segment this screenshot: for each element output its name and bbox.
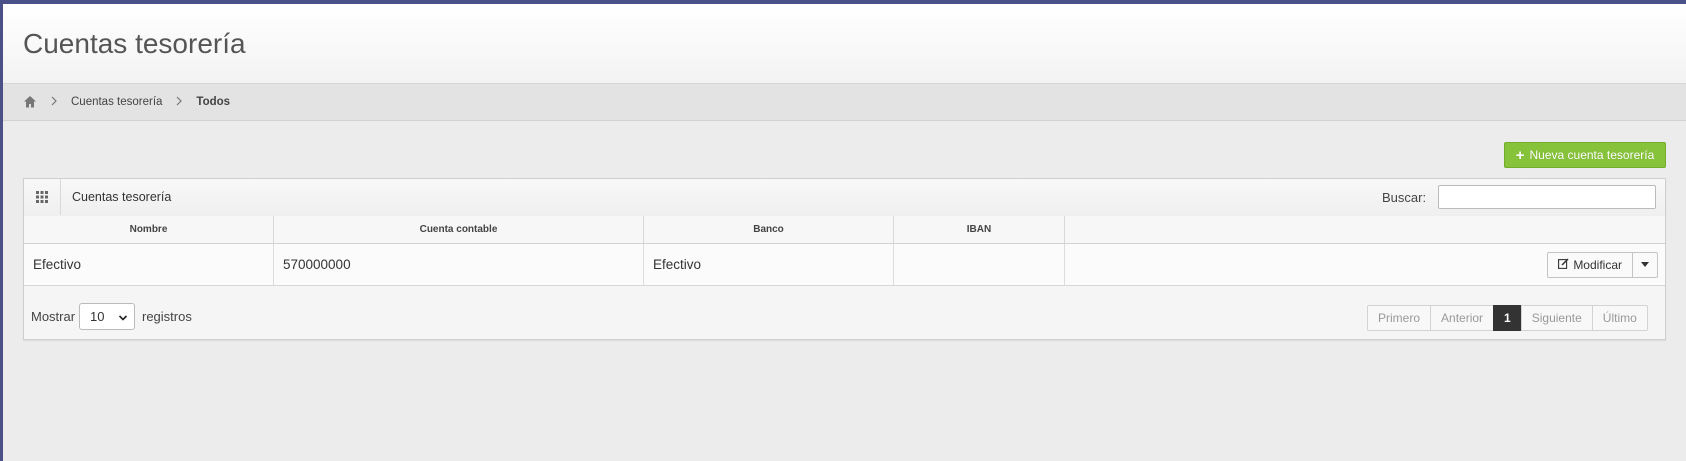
cell-nombre: Efectivo [24, 243, 274, 286]
pagination-page-current[interactable]: 1 [1493, 305, 1522, 331]
column-header-cuenta[interactable]: Cuenta contable [273, 216, 644, 244]
modify-label: Modificar [1573, 257, 1622, 272]
chevron-right-icon [51, 95, 57, 109]
column-header-actions [1064, 216, 1665, 244]
chevron-down-icon [118, 311, 128, 326]
page-size-select[interactable]: 10 [79, 303, 135, 330]
cell-banco: Efectivo [643, 243, 894, 286]
new-account-button[interactable]: + Nueva cuenta tesorería [1504, 142, 1666, 168]
row-actions-group: Modificar [1547, 251, 1658, 278]
accounts-table: Nombre Cuenta contable Banco IBAN Efecti… [24, 216, 1665, 286]
grid-icon [24, 179, 61, 215]
column-header-banco[interactable]: Banco [643, 216, 894, 244]
panel-header: Cuentas tesorería Buscar: [24, 179, 1665, 217]
page-title: Cuentas tesorería [23, 28, 246, 59]
caret-down-icon [1641, 262, 1649, 267]
breadcrumb-item-todos: Todos [196, 96, 231, 108]
page-size-value: 10 [90, 309, 105, 324]
home-icon[interactable] [23, 95, 37, 109]
table-footer: Mostrar 10 registros Primero Anterior 1 … [24, 295, 1665, 339]
plus-icon: + [1515, 146, 1525, 164]
pagination-first[interactable]: Primero [1367, 305, 1432, 331]
cell-iban [893, 243, 1065, 286]
panel-title: Cuentas tesorería [72, 190, 172, 204]
new-account-label: Nueva cuenta tesorería [1529, 148, 1655, 162]
page-header: Cuentas tesorería [3, 4, 1686, 84]
row-actions-dropdown[interactable] [1633, 251, 1658, 278]
column-header-nombre[interactable]: Nombre [24, 216, 274, 244]
pagination-next[interactable]: Siguiente [1520, 305, 1593, 331]
modify-button[interactable]: Modificar [1547, 251, 1633, 278]
pagination-last[interactable]: Último [1591, 305, 1648, 331]
breadcrumb-item-cuentas[interactable]: Cuentas tesorería [71, 96, 162, 108]
table-header-row: Nombre Cuenta contable Banco IBAN [24, 216, 1665, 244]
records-label: registros [142, 309, 192, 324]
pagination: Primero Anterior 1 Siguiente Último [1367, 305, 1648, 331]
breadcrumb: Cuentas tesorería Todos [3, 84, 1686, 121]
column-header-iban[interactable]: IBAN [893, 216, 1065, 244]
edit-icon [1558, 257, 1569, 272]
app-frame: Cuentas tesorería Cuentas tesorería Todo… [3, 4, 1686, 461]
search-input[interactable] [1438, 185, 1656, 209]
accounts-panel: Cuentas tesorería Buscar: Nombre Cuenta … [23, 178, 1666, 340]
cell-cuenta: 570000000 [273, 243, 644, 286]
show-label: Mostrar [31, 309, 76, 324]
search-label: Buscar: [1382, 190, 1427, 205]
chevron-right-icon [176, 95, 183, 109]
cell-actions: Modificar [1064, 243, 1665, 286]
table-row: Efectivo 570000000 Efectivo Modificar [24, 243, 1665, 286]
pagination-prev[interactable]: Anterior [1430, 305, 1495, 331]
